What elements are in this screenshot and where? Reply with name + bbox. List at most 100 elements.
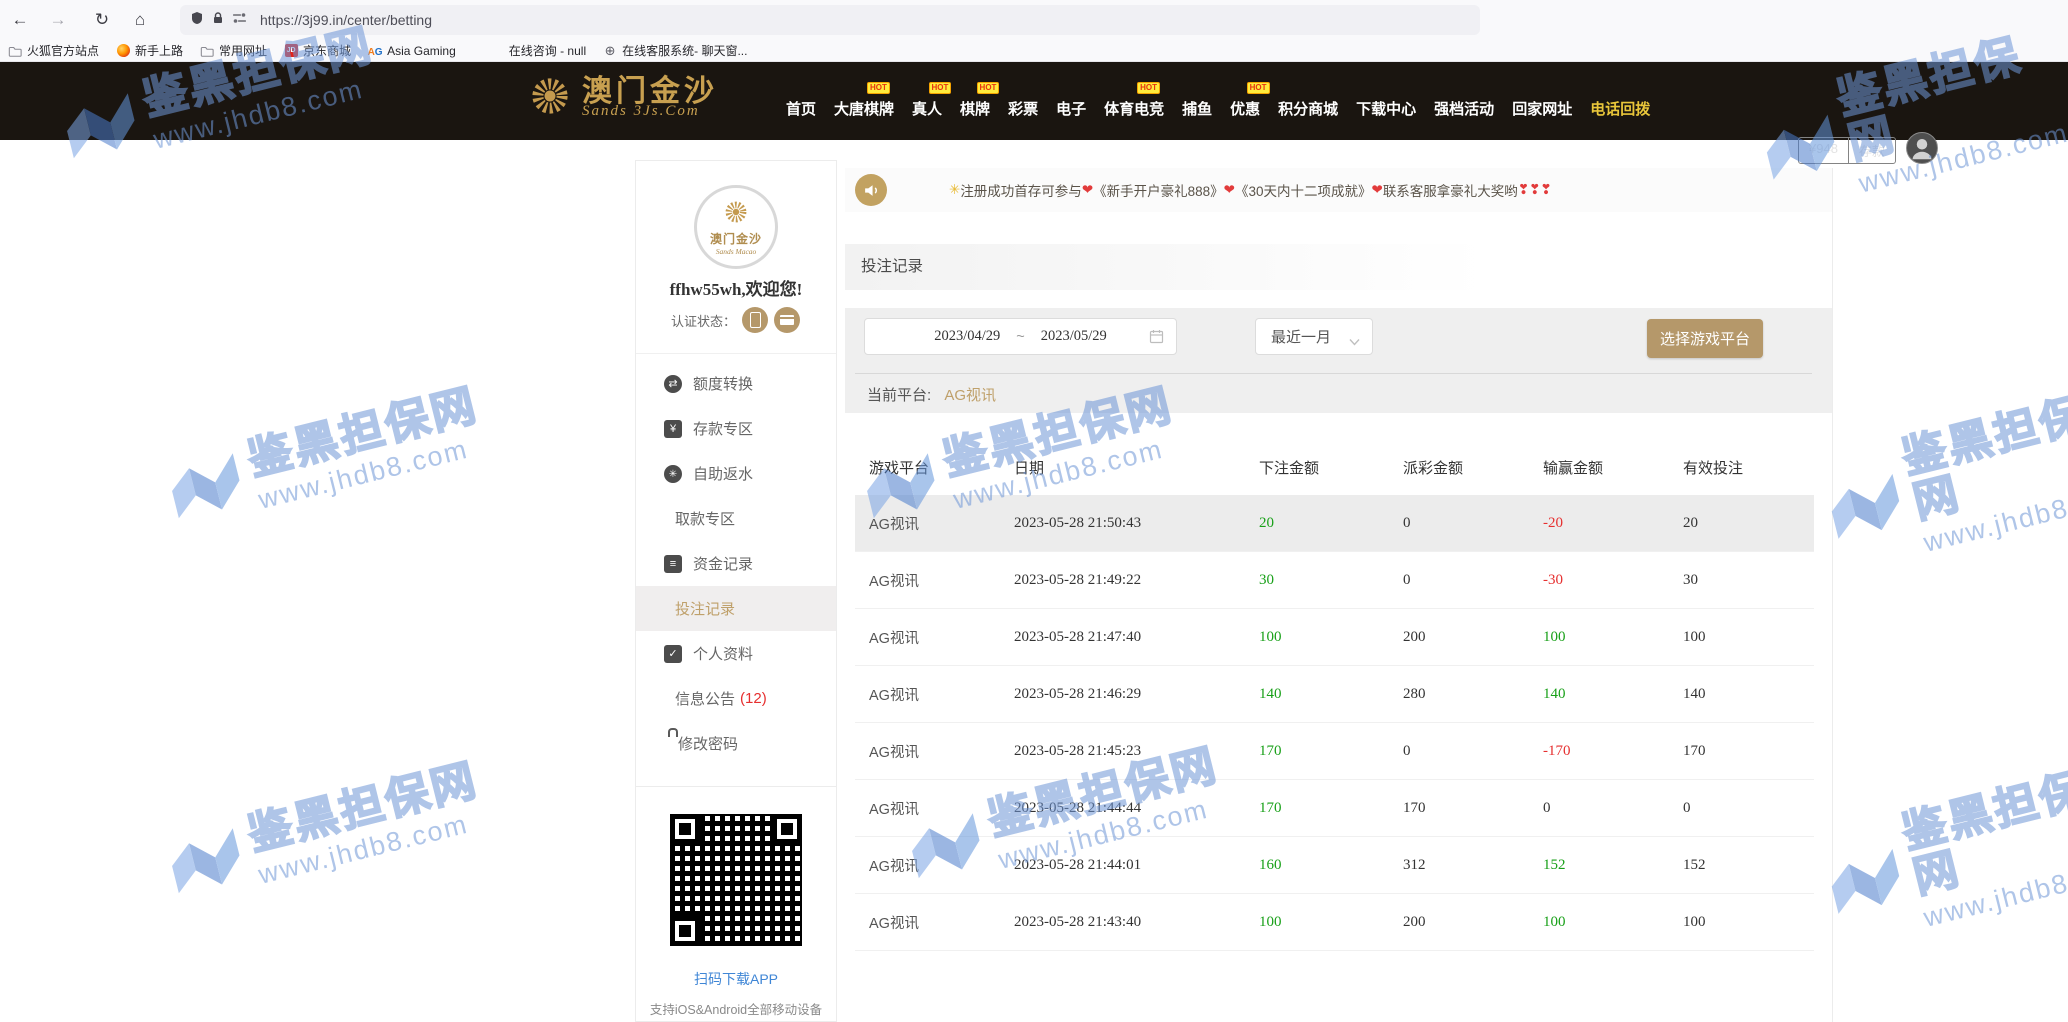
choose-platform-button[interactable]: 选择游戏平台 [1647, 319, 1763, 358]
divider [636, 786, 836, 787]
qr-support-text: 支持iOS&Android全部移动设备 [636, 999, 836, 1018]
qr-download-label[interactable]: 扫码下载APP [636, 969, 836, 989]
nav-item-label: 回家网址 [1512, 101, 1572, 118]
announcement-segment: ✳ [949, 182, 960, 198]
bookmark-item[interactable]: AGAsia Gaming [368, 44, 456, 58]
phone-verified-icon[interactable] [742, 307, 768, 333]
date-end-value[interactable]: 2023/05/29 [1041, 328, 1107, 345]
nav-item[interactable]: 积分商城 [1278, 98, 1338, 119]
cell-platform: AG视讯 [855, 666, 1000, 723]
cell-payout-amount: 0 [1389, 495, 1529, 552]
nav-item-label: 电子 [1056, 101, 1086, 118]
nav-item[interactable]: 棋牌HOT [960, 98, 990, 119]
date-start-value[interactable]: 2023/04/29 [934, 328, 1000, 345]
wallet[interactable]: ¥948 存款 [1798, 137, 1896, 164]
bookmark-item[interactable]: 在线咨询 - null [509, 42, 586, 59]
avatar[interactable] [1906, 132, 1938, 164]
table-row[interactable]: AG视讯2023-05-28 21:46:29140280140140 [855, 666, 1814, 723]
range-select-value: 最近一月 [1271, 326, 1331, 347]
cell-bet-amount: 170 [1245, 780, 1389, 837]
bookmark-item[interactable]: 新手上路 [116, 42, 183, 59]
watermark-url: www.jhdb8.com [255, 429, 491, 516]
cell-bet-amount: 100 [1245, 894, 1389, 951]
table-row[interactable]: AG视讯2023-05-28 21:44:4417017000 [855, 780, 1814, 837]
nav-item[interactable]: 体育电竞HOT [1104, 98, 1164, 119]
forward-icon[interactable]: → [46, 8, 70, 32]
sun-logo-icon [723, 199, 749, 230]
bookmark-item[interactable]: 常用网址 [200, 42, 267, 59]
sidebar-item-withdraw[interactable]: 取款专区 [636, 496, 836, 541]
cell-winloss-amount: -30 [1529, 552, 1669, 609]
sidebar-item-profile[interactable]: ✓个人资料 [636, 631, 836, 676]
cell-bet-amount: 30 [1245, 552, 1389, 609]
sidebar-item-label: 信息公告 [675, 688, 735, 709]
lock-icon[interactable] [211, 11, 225, 30]
column-header: 游戏平台 [855, 440, 1000, 495]
table-row[interactable]: AG视讯2023-05-28 21:50:43200-2020 [855, 495, 1814, 552]
bookmark-item[interactable]: ⊕在线客服系统- 聊天窗... [603, 42, 747, 59]
sidebar-item-deposit[interactable]: ¥存款专区 [636, 406, 836, 451]
nav-item[interactable]: 电子 [1056, 98, 1086, 119]
date-separator: ~ [1016, 329, 1024, 345]
current-platform-value[interactable]: AG视讯 [944, 387, 996, 404]
deposit-button[interactable]: 存款 [1848, 138, 1895, 163]
cell-date: 2023-05-28 21:50:43 [1000, 495, 1245, 552]
nav-item[interactable]: 捕鱼 [1182, 98, 1212, 119]
bankcard-verified-icon[interactable] [774, 307, 800, 333]
cell-valid-bet: 152 [1669, 837, 1814, 894]
shield-icon[interactable] [190, 11, 204, 30]
sidebar-item-betting[interactable]: 投注记录 [636, 586, 836, 631]
sidebar-item-transfer[interactable]: ⇄额度转换 [636, 361, 836, 406]
nav-item[interactable]: 彩票 [1008, 98, 1038, 119]
main-nav: 首页大唐棋牌HOT 真人HOT 棋牌HOT 彩票 电子 体育电竞HOT 捕鱼优惠HOT 积分商… [786, 62, 1650, 140]
table-row[interactable]: AG视讯2023-05-28 21:49:22300-3030 [855, 552, 1814, 609]
home-icon[interactable]: ⌂ [128, 8, 152, 32]
cell-payout-amount: 0 [1389, 723, 1529, 780]
back-icon[interactable]: ← [8, 8, 32, 32]
url-bar[interactable]: https://3j99.in/center/betting [180, 5, 1480, 35]
filter-panel: 2023/04/29 ~ 2023/05/29 最近一月 选择游戏平台 当前平台… [845, 308, 1832, 413]
bookmark-item[interactable]: 火狐官方站点 [8, 42, 99, 59]
announcement-segment: ❣❣❣ [1518, 182, 1552, 198]
nav-item[interactable]: 电话回拨 [1590, 98, 1650, 119]
nav-item[interactable]: 优惠HOT [1230, 98, 1260, 119]
table-row[interactable]: AG视讯2023-05-28 21:43:40100200100100 [855, 894, 1814, 951]
nav-item[interactable]: 首页 [786, 98, 816, 119]
column-header: 下注金额 [1245, 440, 1389, 495]
password-icon [664, 735, 667, 752]
current-platform: 当前平台: AG视讯 [867, 384, 996, 405]
bookmark-label: 在线客服系统- 聊天窗... [622, 42, 747, 59]
reload-icon[interactable]: ↻ [90, 8, 114, 32]
table-row[interactable]: AG视讯2023-05-28 21:47:40100200100100 [855, 609, 1814, 666]
nav-item[interactable]: 下载中心 [1356, 98, 1416, 119]
permissions-icon[interactable] [232, 11, 247, 30]
calendar-icon[interactable] [1149, 329, 1164, 348]
watermark-text: 鉴黑担保网www.jhdb8.com [244, 382, 491, 516]
cell-payout-amount: 312 [1389, 837, 1529, 894]
cell-winloss-amount: 100 [1529, 609, 1669, 666]
table-row[interactable]: AG视讯2023-05-28 21:44:01160312152152 [855, 837, 1814, 894]
site-logo[interactable]: 澳门金沙 Sands 3Js.Com [528, 74, 718, 123]
cell-winloss-amount: -170 [1529, 723, 1669, 780]
sidebar-item-password[interactable]: 修改密码 [636, 721, 836, 766]
range-select[interactable]: 最近一月 [1255, 318, 1373, 355]
sidebar-item-rebate[interactable]: ✳自助返水 [636, 451, 836, 496]
balance-value[interactable]: ¥948 [1799, 138, 1848, 163]
jd-icon: JD [284, 44, 298, 58]
funds-icon: ≡ [664, 554, 682, 573]
nav-item[interactable]: 真人HOT [912, 98, 942, 119]
url-text[interactable]: https://3j99.in/center/betting [260, 12, 432, 28]
sidebar-item-message[interactable]: 信息公告(12) [636, 676, 836, 721]
nav-item[interactable]: 强档活动 [1434, 98, 1494, 119]
nav-item[interactable]: 回家网址 [1512, 98, 1572, 119]
table-row[interactable]: AG视讯2023-05-28 21:45:231700-170170 [855, 723, 1814, 780]
nav-item[interactable]: 大唐棋牌HOT [834, 98, 894, 119]
table-header-row: 游戏平台日期下注金额派彩金额输赢金额有效投注 [855, 440, 1814, 495]
hot-badge: HOT [867, 82, 890, 94]
bookmark-item[interactable]: JD京东商城 [284, 42, 351, 59]
cell-date: 2023-05-28 21:45:23 [1000, 723, 1245, 780]
date-range-input[interactable]: 2023/04/29 ~ 2023/05/29 [864, 318, 1177, 355]
sidebar-item-funds[interactable]: ≡资金记录 [636, 541, 836, 586]
divider [855, 373, 1812, 374]
cell-platform: AG视讯 [855, 894, 1000, 951]
